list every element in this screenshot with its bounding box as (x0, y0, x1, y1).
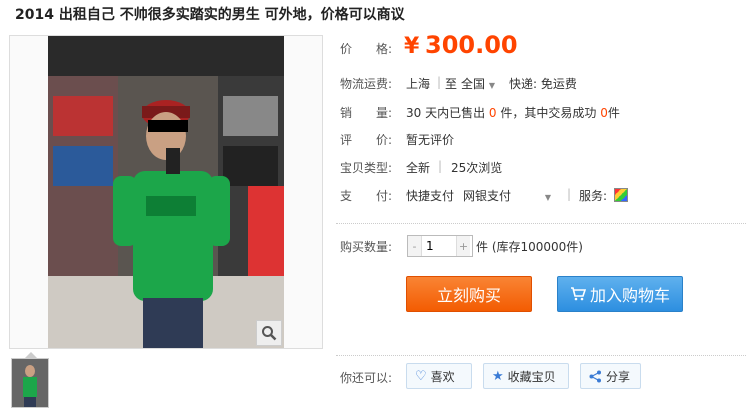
price-value: 300.00 (425, 31, 518, 59)
stock-info: 件 (库存100000件) (476, 240, 583, 254)
share-label: 分享 (606, 369, 631, 384)
add-to-cart-label: 加入购物车 (589, 286, 670, 305)
currency-symbol: ¥ (404, 34, 420, 59)
share-icon (589, 370, 601, 382)
express-fee: 快递: 免运费 (509, 77, 577, 91)
thumbnail-image[interactable] (11, 358, 49, 408)
chevron-down-icon: ▼ (544, 193, 551, 202)
share-button[interactable]: 分享 (580, 363, 641, 389)
sales-mid: 件，其中交易成功 (500, 106, 597, 120)
product-title: 2014 出租自己 不帅很多实踏实的男生 可外地，价格可以商议 (15, 7, 405, 23)
view-count: 25次浏览 (451, 161, 503, 175)
quantity-input[interactable] (421, 236, 457, 256)
heart-icon: ♡ (415, 368, 427, 384)
buy-now-button[interactable]: 立刻购买 (406, 276, 532, 312)
payment-separator: | (567, 187, 572, 201)
sold-count: 0 (488, 106, 497, 120)
payment-label: 支 付: (340, 189, 393, 203)
zoom-button[interactable] (256, 320, 282, 346)
sales-prefix: 30 天内已售出 (406, 106, 486, 120)
shipping-destination-select[interactable]: 全国 ▼ (461, 75, 495, 92)
item-type-label: 宝贝类型: (340, 161, 393, 175)
quantity-decrease-button[interactable]: - (408, 236, 421, 256)
cart-icon (570, 287, 586, 301)
add-to-cart-button[interactable]: 加入购物车 (557, 276, 683, 312)
payment-method-bank-label: 网银支付 (463, 189, 512, 203)
buy-now-label: 立刻购买 (436, 286, 501, 305)
divider (336, 223, 746, 224)
magnifier-icon (262, 326, 277, 341)
item-condition: 全新 (406, 161, 431, 175)
price-label: 价 格: (340, 42, 393, 56)
payment-method-bank[interactable]: 网银支付 ▼ (463, 187, 551, 204)
shipping-destination: 全国 (461, 77, 486, 91)
like-button[interactable]: ♡ 喜欢 (406, 363, 472, 389)
like-label: 喜欢 (430, 369, 455, 384)
favorite-label: 收藏宝贝 (507, 369, 556, 384)
extras-label: 你还可以: (340, 371, 393, 385)
sales-text: 30 天内已售出 0 件，其中交易成功 0件 (406, 104, 620, 121)
service-label: 服务: (579, 189, 608, 203)
quantity-stepper: - + (407, 235, 473, 257)
divider (336, 355, 746, 356)
item-type-separator: | (438, 159, 443, 173)
quantity-increase-button[interactable]: + (457, 236, 470, 256)
rating-label: 评 价: (340, 133, 393, 147)
shipping-separator: | (437, 75, 442, 89)
service-badge-icon[interactable] (614, 188, 628, 202)
product-photo[interactable] (48, 36, 284, 348)
success-count: 0 (600, 106, 608, 120)
main-product-image-frame[interactable] (9, 35, 323, 349)
payment-method-quick: 快捷支付 (406, 189, 455, 203)
shipping-from: 上海 (406, 77, 431, 91)
sales-suffix: 件 (607, 106, 620, 120)
chevron-down-icon: ▼ (488, 81, 495, 90)
quantity-label: 购买数量: (340, 240, 393, 254)
shipping-to-label: 至 (445, 77, 458, 91)
rating-value: 暂无评价 (406, 133, 455, 147)
sales-label: 销 量: (340, 106, 393, 120)
shipping-label: 物流运费: (340, 77, 393, 91)
star-icon: ★ (492, 368, 504, 384)
favorite-button[interactable]: ★ 收藏宝贝 (483, 363, 569, 389)
